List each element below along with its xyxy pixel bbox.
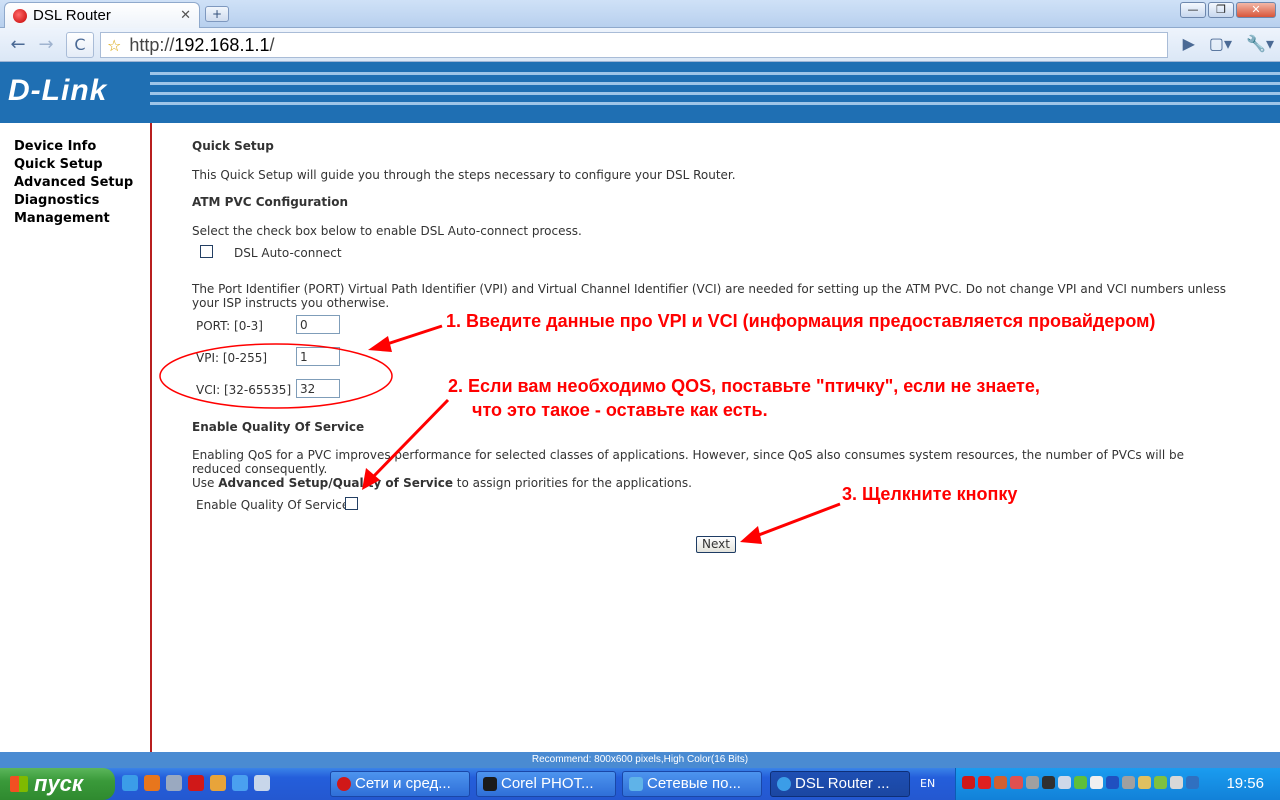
tray-icon[interactable] <box>1154 776 1167 789</box>
chrome-icon <box>777 777 791 791</box>
vpi-label: VPI: [0-255] <box>196 351 268 365</box>
url-text: http://192.168.1.1/ <box>129 34 275 55</box>
screen: DSL Router ✕ + — ❐ ✕ ← → C ☆ http://192.… <box>0 0 1280 800</box>
quick-launch <box>122 775 270 791</box>
tab-close-icon[interactable]: ✕ <box>180 8 191 23</box>
arrow-3 <box>740 502 841 544</box>
page-menu-icon[interactable]: ▢▾ <box>1209 34 1232 53</box>
header-stripe <box>150 92 1280 95</box>
sidebar: Device Info Quick Setup Advanced Setup D… <box>0 123 152 752</box>
language-indicator[interactable]: EN <box>920 777 935 790</box>
tray-icon[interactable] <box>1026 776 1039 789</box>
tray-icon[interactable] <box>1138 776 1151 789</box>
port-input[interactable]: 0 <box>296 315 340 334</box>
qos-description: Enabling QoS for a PVC improves performa… <box>192 448 1185 490</box>
qos-checkbox[interactable] <box>345 497 358 510</box>
browser-toolbar: ← → C ☆ http://192.168.1.1/ ▶ ▢▾ 🔧▾ <box>0 28 1280 62</box>
sidebar-item-advanced-setup[interactable]: Advanced Setup <box>14 174 150 192</box>
tools-menu-icon[interactable]: 🔧▾ <box>1246 34 1274 53</box>
tray-icon[interactable] <box>1058 776 1071 789</box>
tray-icon[interactable] <box>1074 776 1087 789</box>
dlink-logo: D-Link <box>8 74 108 107</box>
clock: 19:56 <box>1226 775 1264 792</box>
dlink-header: D-Link <box>0 62 1280 123</box>
intro-text: This Quick Setup will guide you through … <box>192 168 736 182</box>
next-button[interactable]: Next <box>696 536 736 553</box>
app-icon[interactable] <box>166 775 182 791</box>
header-stripe <box>150 72 1280 75</box>
window-controls: — ❐ ✕ <box>1180 2 1276 18</box>
sidebar-item-diagnostics[interactable]: Diagnostics <box>14 192 150 210</box>
autoconnect-hint: Select the check box below to enable DSL… <box>192 224 582 238</box>
vpi-input[interactable]: 1 <box>296 347 340 366</box>
tray-icon[interactable] <box>1090 776 1103 789</box>
tray-icon[interactable] <box>962 776 975 789</box>
annotation-note-2-line1: 2. Если вам необходимо QOS, поставьте "п… <box>448 376 1040 396</box>
taskbar-item-network[interactable]: Сети и сред... <box>330 771 470 797</box>
tray-icon[interactable] <box>1106 776 1119 789</box>
network-icon <box>629 777 643 791</box>
ie-icon[interactable] <box>232 775 248 791</box>
tray-icon[interactable] <box>1170 776 1183 789</box>
favicon-icon <box>13 8 27 23</box>
autoconnect-checkbox[interactable] <box>200 245 213 258</box>
annotation-note-2-line2: что это такое - оставьте как есть. <box>472 400 768 420</box>
annotation-note-3: 3. Щелкните кнопку <box>842 484 1018 504</box>
port-label: PORT: [0-3] <box>196 319 263 333</box>
toolbar-right: ▶ ▢▾ 🔧▾ <box>1183 34 1274 53</box>
atm-heading: ATM PVC Configuration <box>192 195 348 209</box>
chrome-icon[interactable] <box>122 775 138 791</box>
windows-flag-icon <box>10 776 28 792</box>
annotation-note-1: 1. Введите данные про VPI и VCI (информа… <box>446 311 1156 331</box>
firefox-icon[interactable] <box>144 775 160 791</box>
vci-input[interactable]: 32 <box>296 379 340 398</box>
go-icon[interactable]: ▶ <box>1183 34 1195 53</box>
arrow-1 <box>368 324 443 352</box>
tray-icon[interactable] <box>994 776 1007 789</box>
page-title: Quick Setup <box>192 139 274 153</box>
opera-icon[interactable] <box>188 775 204 791</box>
reload-button[interactable]: C <box>66 32 94 58</box>
back-button[interactable]: ← <box>6 33 30 57</box>
browser-tab-bar: DSL Router ✕ + — ❐ ✕ <box>0 0 1280 28</box>
header-stripe <box>150 82 1280 85</box>
app-icon[interactable] <box>254 775 270 791</box>
tray-icon[interactable] <box>1122 776 1135 789</box>
browser-tab[interactable]: DSL Router ✕ <box>4 2 200 28</box>
opera-icon <box>337 777 351 791</box>
system-tray: 19:56 <box>955 768 1280 800</box>
windows-taskbar: пуск Сети и сред... Corel PHOT... Сетевы… <box>0 768 1280 800</box>
camera-icon <box>483 777 497 791</box>
address-bar[interactable]: ☆ http://192.168.1.1/ <box>100 32 1168 58</box>
maximize-button[interactable]: ❐ <box>1208 2 1234 18</box>
bookmark-star-icon[interactable]: ☆ <box>107 36 121 55</box>
tray-icons <box>962 776 1199 789</box>
taskbar-item-dsl-router[interactable]: DSL Router ... <box>770 771 910 797</box>
tray-icon[interactable] <box>1186 776 1199 789</box>
start-button[interactable]: пуск <box>0 768 115 800</box>
tab-title: DSL Router <box>33 7 111 24</box>
sidebar-item-quick-setup[interactable]: Quick Setup <box>14 156 150 174</box>
qos-label: Enable Quality Of Service <box>196 498 350 512</box>
minimize-button[interactable]: — <box>1180 2 1206 18</box>
app-icon[interactable] <box>210 775 226 791</box>
qos-heading: Enable Quality Of Service <box>192 420 365 434</box>
forward-button[interactable]: → <box>34 33 58 57</box>
sidebar-item-device-info[interactable]: Device Info <box>14 138 150 156</box>
pvc-description: The Port Identifier (PORT) Virtual Path … <box>192 282 1227 310</box>
header-stripe <box>150 102 1280 105</box>
tray-icon[interactable] <box>978 776 991 789</box>
tray-icon[interactable] <box>1010 776 1023 789</box>
taskbar-item-corel[interactable]: Corel PHOT... <box>476 771 616 797</box>
status-bar: Recommend: 800x600 pixels,High Color(16 … <box>0 752 1280 768</box>
sidebar-item-management[interactable]: Management <box>14 210 150 228</box>
new-tab-button[interactable]: + <box>205 6 229 22</box>
qos-link-text: Advanced Setup/Quality of Service <box>218 476 453 490</box>
taskbar-item-network-settings[interactable]: Сетевые по... <box>622 771 762 797</box>
tray-icon[interactable] <box>1042 776 1055 789</box>
close-window-button[interactable]: ✕ <box>1236 2 1276 18</box>
vci-label: VCI: [32-65535] <box>196 383 292 397</box>
autoconnect-label: DSL Auto-connect <box>234 246 342 260</box>
vpi-vci-highlight-ellipse <box>159 343 393 409</box>
